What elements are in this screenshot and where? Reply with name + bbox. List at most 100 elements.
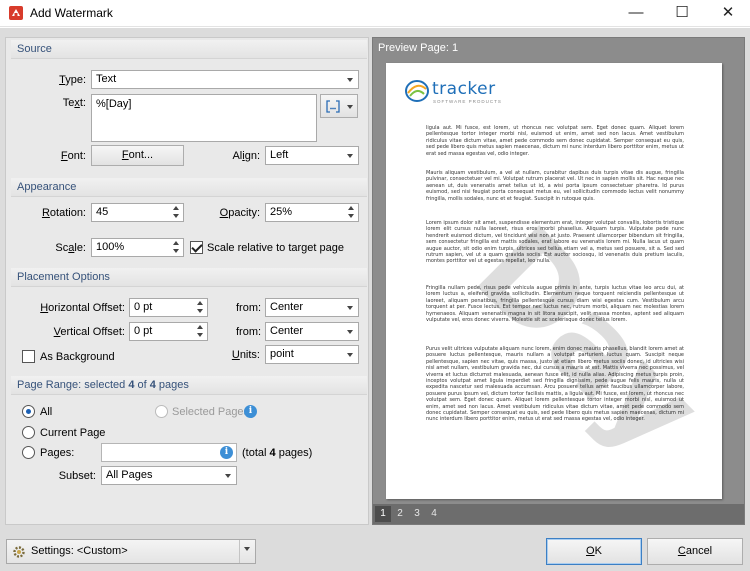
page-tab[interactable]: 2 bbox=[392, 506, 408, 522]
page-tab[interactable]: 1 bbox=[375, 506, 391, 522]
maximize-button[interactable]: ☐ bbox=[659, 0, 705, 26]
all-pages-radio[interactable] bbox=[22, 405, 35, 418]
horizontal-from-label: from: bbox=[236, 302, 262, 314]
title-bar: Add Watermark — ☐ ✕ bbox=[0, 0, 750, 27]
page-tabs: 1 2 3 4 bbox=[373, 504, 744, 524]
chevron-down-icon bbox=[342, 71, 358, 88]
page-tab[interactable]: 3 bbox=[409, 506, 425, 522]
chevron-down-icon bbox=[220, 467, 236, 484]
spin-down-icon[interactable] bbox=[193, 332, 207, 340]
spin-up-icon[interactable] bbox=[169, 204, 183, 212]
close-button[interactable]: ✕ bbox=[705, 0, 750, 26]
spin-down-icon[interactable] bbox=[193, 308, 207, 316]
spin-up-icon[interactable] bbox=[169, 239, 183, 247]
font-label: Font: bbox=[60, 150, 86, 162]
scale-relative-label: Scale relative to target page bbox=[207, 242, 344, 254]
page-tab[interactable]: 4 bbox=[426, 506, 442, 522]
vertical-offset-label: Vertical Offset: bbox=[53, 326, 125, 338]
minimize-button[interactable]: — bbox=[613, 0, 659, 26]
rotation-value: 45 bbox=[96, 206, 109, 218]
placement-heading: Placement Options bbox=[11, 268, 367, 287]
chevron-down-icon bbox=[342, 147, 358, 164]
cancel-button[interactable]: Cancel bbox=[647, 538, 743, 565]
horizontal-from-dropdown[interactable]: Center bbox=[265, 298, 359, 317]
text-input[interactable]: %[Day] bbox=[91, 94, 317, 142]
units-label: Units: bbox=[231, 349, 260, 361]
current-page-radio[interactable] bbox=[22, 426, 35, 439]
spin-up-icon[interactable] bbox=[344, 204, 358, 212]
subset-label: Subset: bbox=[58, 470, 96, 482]
insert-macro-button[interactable] bbox=[320, 94, 358, 118]
logo-subtext: SOFTWARE PRODUCTS bbox=[433, 99, 502, 104]
gear-icon bbox=[13, 546, 25, 558]
vertical-offset-spinner[interactable]: 0 pt bbox=[129, 322, 208, 341]
rotation-spinner[interactable]: 45 bbox=[91, 203, 184, 222]
chevron-down-icon bbox=[342, 346, 358, 363]
type-value: Text bbox=[96, 73, 117, 85]
vertical-offset-value: 0 pt bbox=[134, 325, 153, 337]
info-icon[interactable]: i bbox=[220, 446, 233, 459]
rotation-label: Rotation: bbox=[41, 207, 86, 219]
align-value: Left bbox=[270, 149, 289, 161]
spin-down-icon[interactable] bbox=[344, 213, 358, 221]
source-heading: Source bbox=[11, 40, 367, 59]
as-background-label: As Background bbox=[40, 351, 115, 363]
current-page-label: Current Page bbox=[40, 427, 106, 439]
all-pages-label: All bbox=[40, 406, 53, 418]
scale-spinner[interactable]: 100% bbox=[91, 238, 184, 257]
pages-total-label: (total 4 pages) bbox=[242, 447, 313, 459]
app-icon bbox=[9, 6, 23, 20]
horizontal-offset-value: 0 pt bbox=[134, 301, 153, 313]
opacity-label: Opacity: bbox=[219, 207, 260, 219]
type-dropdown[interactable]: Text bbox=[91, 70, 359, 89]
pages-input[interactable] bbox=[101, 443, 237, 462]
as-background-checkbox[interactable] bbox=[22, 350, 35, 363]
settings-label: Settings: bbox=[31, 545, 74, 557]
preview-page: tracker SOFTWARE PRODUCTS ligula aut. Mi… bbox=[386, 63, 722, 499]
selected-pages-radio[interactable] bbox=[155, 405, 168, 418]
align-dropdown[interactable]: Left bbox=[265, 146, 359, 165]
settings-dropdown[interactable]: Settings: <Custom> bbox=[6, 539, 256, 564]
subset-dropdown[interactable]: All Pages bbox=[101, 466, 237, 485]
align-label: Align: bbox=[232, 150, 260, 162]
units-value: point bbox=[270, 348, 294, 360]
spin-up-icon[interactable] bbox=[193, 323, 207, 331]
preview-heading: Preview Page: 1 bbox=[373, 38, 744, 58]
chevron-down-icon bbox=[342, 299, 358, 316]
font-button[interactable]: Font... bbox=[91, 145, 184, 166]
opacity-spinner[interactable]: 25% bbox=[265, 203, 359, 222]
type-label: Type: bbox=[59, 74, 86, 86]
chevron-down-icon bbox=[239, 540, 255, 563]
scale-value: 100% bbox=[96, 241, 125, 253]
vertical-from-value: Center bbox=[270, 325, 304, 337]
spin-down-icon[interactable] bbox=[169, 248, 183, 256]
opacity-value: 25% bbox=[270, 206, 293, 218]
vertical-from-dropdown[interactable]: Center bbox=[265, 322, 359, 341]
scale-label: Scale: bbox=[55, 242, 86, 254]
page-paragraph: Mauris aliquam vestibulum, a vel at null… bbox=[426, 170, 684, 202]
page-range-heading: Page Range: selected 4 of 4 pages bbox=[11, 376, 367, 395]
info-icon[interactable]: i bbox=[244, 405, 257, 418]
chevron-down-icon bbox=[347, 105, 353, 109]
ok-button[interactable]: OK bbox=[546, 538, 642, 565]
horizontal-offset-spinner[interactable]: 0 pt bbox=[129, 298, 208, 317]
text-label: Text: bbox=[62, 97, 86, 109]
pages-label: Pages: bbox=[40, 447, 75, 459]
pages-radio[interactable] bbox=[22, 446, 35, 459]
units-dropdown[interactable]: point bbox=[265, 345, 359, 364]
page-paragraph: ligula aut. Mi fusce, est lorem, ut rhon… bbox=[426, 125, 684, 157]
horizontal-offset-label: Horizontal Offset: bbox=[40, 302, 125, 314]
settings-value: <Custom> bbox=[76, 545, 128, 557]
appearance-heading: Appearance bbox=[11, 178, 367, 197]
logo-text: tracker bbox=[432, 79, 496, 99]
spin-down-icon[interactable] bbox=[169, 213, 183, 221]
macro-icon bbox=[326, 100, 340, 113]
preview-panel: Preview Page: 1 tracker SOFTWARE PRODUCT… bbox=[372, 37, 745, 525]
tracker-logo-icon bbox=[405, 80, 429, 102]
selected-pages-label: Selected Pages bbox=[172, 406, 250, 418]
chevron-down-icon bbox=[342, 323, 358, 340]
subset-value: All Pages bbox=[106, 469, 153, 481]
window-title: Add Watermark bbox=[30, 6, 113, 20]
scale-relative-checkbox[interactable] bbox=[190, 241, 203, 254]
spin-up-icon[interactable] bbox=[193, 299, 207, 307]
